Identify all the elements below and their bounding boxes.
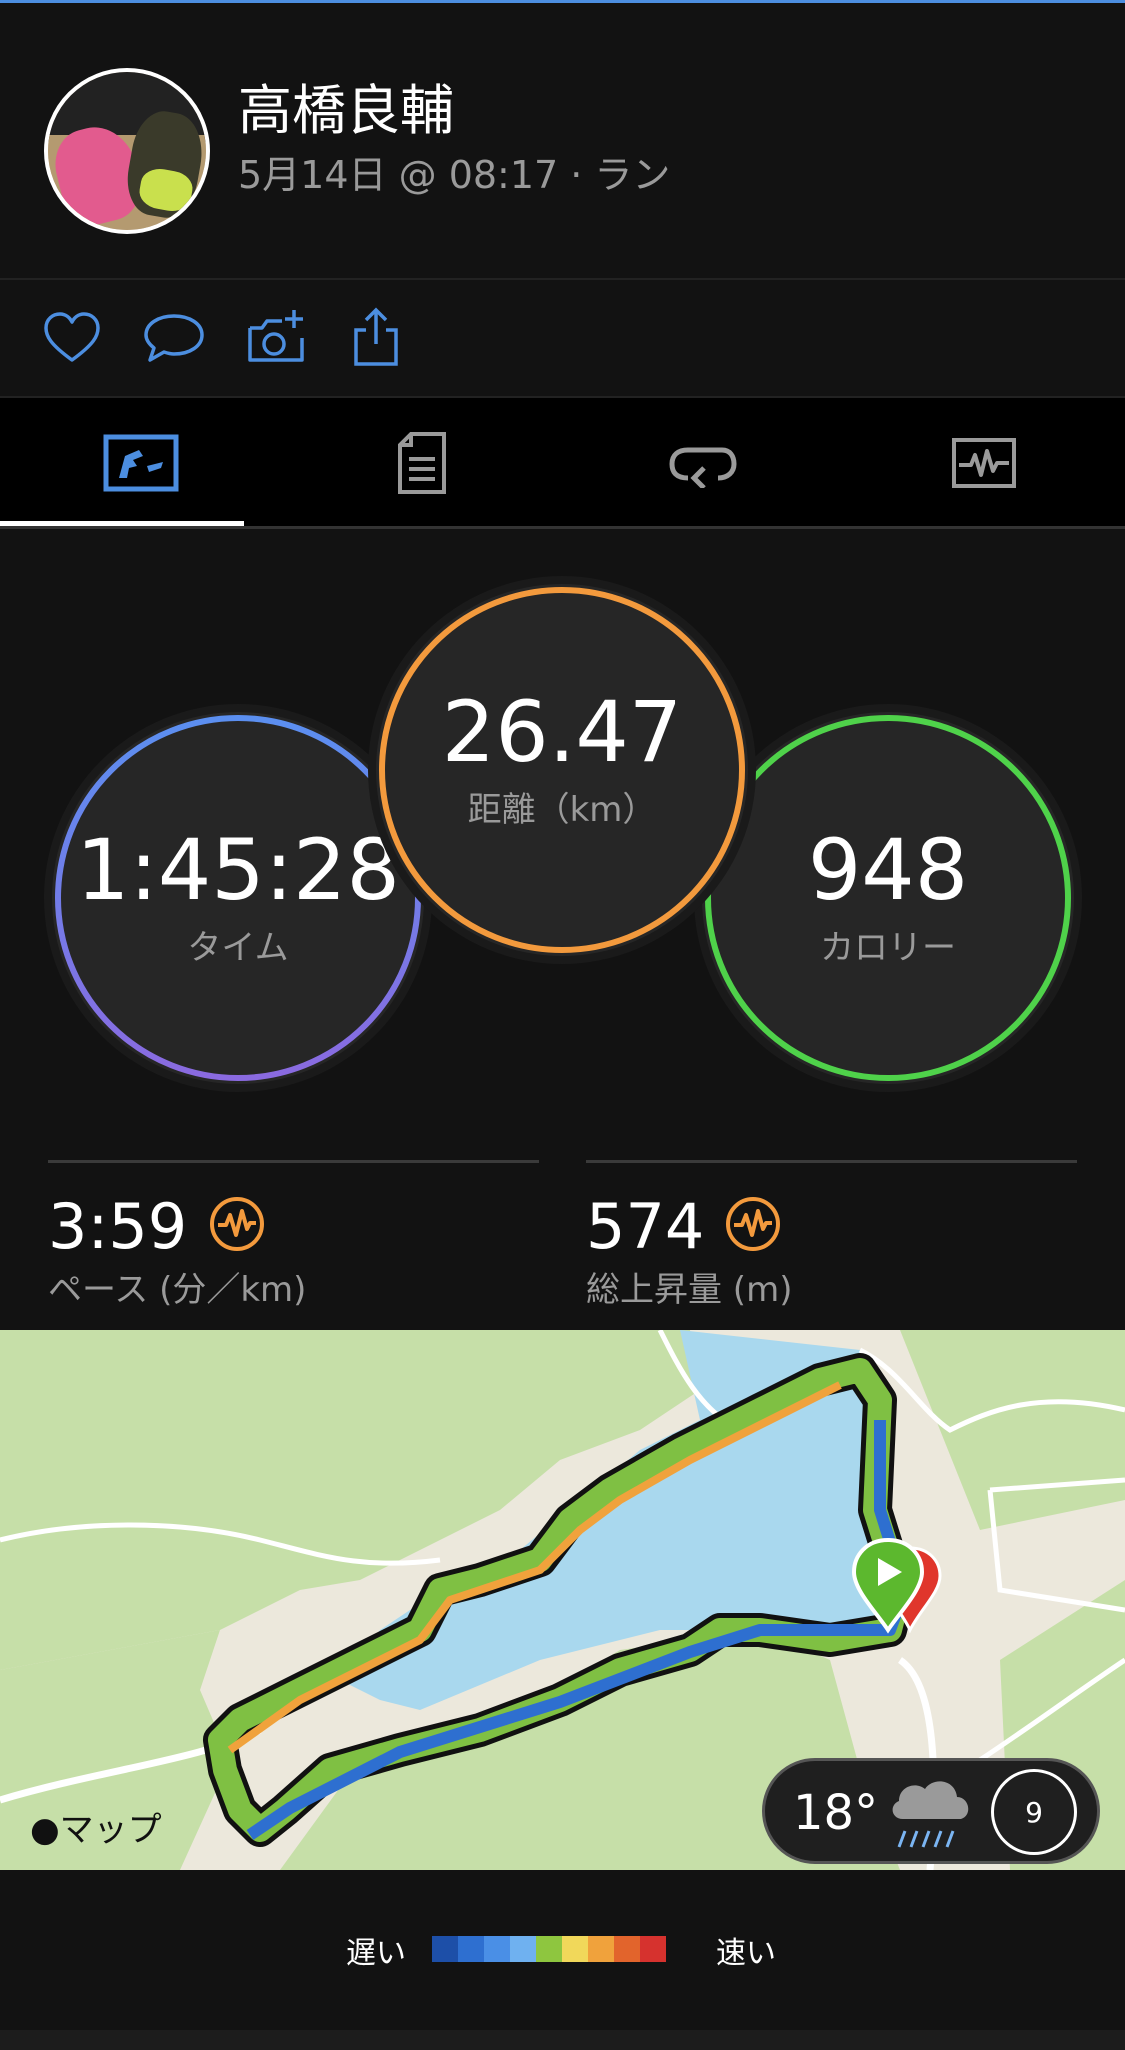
legend-swatch [484, 1936, 510, 1962]
divider [586, 1160, 1077, 1163]
top-accent-line [0, 0, 1125, 3]
legend-swatch [432, 1936, 458, 1962]
share-icon[interactable] [344, 306, 408, 370]
pace-color-scale [432, 1936, 666, 1962]
weather-temp: 18° [793, 1785, 879, 1841]
tabbar-divider [0, 526, 1125, 529]
legend-swatch [640, 1936, 666, 1962]
bottom-strip [0, 2030, 1125, 2050]
distance-value: 26.47 [441, 682, 683, 781]
legend-swatch [536, 1936, 562, 1962]
pulse-icon[interactable] [724, 1195, 782, 1253]
calories-stat: 948 カロリー [702, 712, 1074, 1084]
time-label: タイム [187, 927, 289, 968]
time-stat: 1:45:28 タイム [52, 712, 424, 1084]
rain-icon [885, 1775, 975, 1851]
activity-date-type: 5月14日 @ 08:17 · ラン [238, 153, 671, 197]
divider [48, 1160, 539, 1163]
user-name[interactable]: 高橋良輔 [238, 66, 454, 145]
legend-swatch [614, 1936, 640, 1962]
calories-value: 948 [807, 820, 969, 919]
tab-details[interactable] [281, 398, 562, 528]
comment-icon[interactable] [142, 306, 206, 370]
legend-slow-label: 遅い [346, 1936, 406, 1971]
overview-icon [103, 434, 178, 492]
add-photo-icon[interactable] [244, 306, 308, 370]
pulse-icon[interactable] [208, 1195, 266, 1253]
divider [0, 278, 1125, 280]
pace-label: ペース (分／km) [48, 1270, 307, 1310]
time-value: 1:45:28 [76, 820, 400, 919]
heart-icon[interactable] [40, 306, 104, 370]
wind-speed: 9 [991, 1769, 1077, 1855]
elevation-label: 総上昇量 (m) [586, 1270, 793, 1310]
charts-icon [951, 438, 1016, 488]
legend-swatch [510, 1936, 536, 1962]
tab-overview[interactable] [0, 398, 281, 528]
distance-label: 距離（km） [467, 789, 657, 830]
legend-swatch [588, 1936, 614, 1962]
tab-laps[interactable] [562, 398, 843, 528]
laps-icon [668, 447, 737, 488]
elevation-value: 574 [586, 1190, 705, 1263]
legend-swatch [562, 1936, 588, 1962]
distance-stat: 26.47 距離（km） [376, 584, 748, 956]
map-attribution: ●マップ [30, 1810, 162, 1850]
legend-fast-label: 速い [716, 1936, 776, 1971]
calories-label: カロリー [820, 927, 956, 968]
apple-logo-icon: ● [30, 1810, 60, 1850]
legend-swatch [458, 1936, 484, 1962]
tab-charts[interactable] [843, 398, 1124, 528]
weather-badge[interactable]: 18° 9 [762, 1758, 1100, 1864]
details-icon [397, 432, 446, 494]
pace-value: 3:59 [48, 1190, 188, 1263]
tab-bar [0, 398, 1125, 528]
avatar[interactable] [44, 68, 210, 234]
